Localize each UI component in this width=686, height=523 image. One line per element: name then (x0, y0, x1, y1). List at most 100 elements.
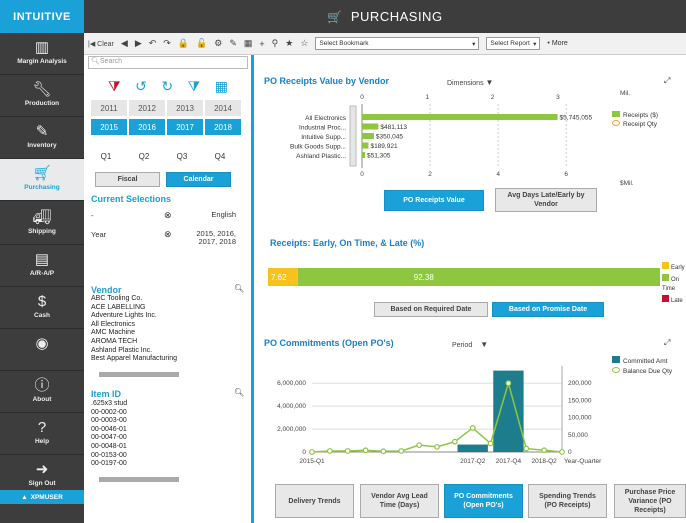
balance-point (416, 442, 423, 449)
year-option-selected[interactable]: 2017 (167, 119, 203, 135)
expand-icon[interactable]: ⤢ (664, 338, 670, 348)
po-receipts-value-button[interactable]: PO Receipts Value (384, 190, 484, 211)
vendor-item[interactable]: Ashland Plastic Inc. (91, 347, 177, 356)
redo-icon[interactable]: ↷ (163, 38, 171, 49)
vendor-item[interactable]: All Electronics (91, 321, 177, 330)
legend-swatch (662, 273, 669, 281)
period-dropdown[interactable]: Period ▼ (452, 340, 488, 349)
clear-button[interactable]: |◀ Clear (88, 40, 114, 48)
pin-icon[interactable]: ⚲ (272, 38, 279, 49)
report-select[interactable]: Select Report ▾ (486, 37, 541, 50)
nav-item-production[interactable]: 🔧︎ Production (0, 75, 84, 117)
item-scrollbar[interactable] (99, 477, 179, 482)
quarter-option[interactable]: Q2 (126, 149, 162, 163)
vendor-item[interactable]: AROMA TECH (91, 338, 177, 347)
item-id-item[interactable]: 00-0153-00 (91, 452, 127, 461)
calendar-icon[interactable]: ▦ (215, 78, 228, 95)
promise-date-button[interactable]: Based on Promise Date (492, 302, 604, 317)
early-late-legend: Early On Time Late (662, 262, 686, 306)
legend-swatch (662, 262, 669, 269)
search-icon[interactable]: 🔍︎ (234, 388, 244, 397)
nav-item-circle[interactable]: ◉ (0, 329, 84, 371)
vendor-scrollbar[interactable] (99, 372, 179, 377)
year-option[interactable]: 2014 (205, 100, 241, 116)
settings-icon[interactable]: ⚙ (214, 38, 222, 49)
help-icon: ? (37, 419, 47, 436)
item-id-item[interactable]: 00-0046-01 (91, 426, 127, 435)
item-id-item[interactable]: 00-0197-00 (91, 460, 127, 469)
selection-field: - (91, 211, 94, 220)
tab-5[interactable]: Purchase Price Variance (PO Receipts) (614, 484, 686, 518)
balance-point (559, 449, 565, 455)
nav-item-about[interactable]: ⓘ About (0, 371, 84, 413)
edit-icon[interactable]: ✎ (229, 38, 237, 49)
legend-item: On Time (662, 273, 686, 295)
legend-swatch (662, 294, 669, 302)
calendar-toggle[interactable]: Calendar (166, 172, 231, 187)
avg-days-late-button[interactable]: Avg Days Late/Early by Vendor (495, 188, 597, 212)
lock-icon[interactable]: 🔒 (178, 38, 189, 49)
year-option-selected[interactable]: 2015 (91, 119, 127, 135)
search-icon[interactable]: 🔍︎ (234, 284, 244, 293)
more-button[interactable]: • More (547, 40, 567, 47)
legend-label: Late (671, 297, 683, 304)
year-option-selected[interactable]: 2016 (129, 119, 165, 135)
filter-icon[interactable]: ⧩ (188, 78, 201, 95)
balance-point (326, 448, 333, 454)
item-id-item[interactable]: 00-0002-00 (91, 409, 127, 418)
bookmark-icon[interactable]: ☆ (300, 38, 308, 49)
vendor-item[interactable]: Best Apparel Manufacturing (91, 355, 177, 364)
add-icon[interactable]: + (259, 39, 264, 49)
search-input[interactable]: 🔍︎Search (88, 56, 248, 69)
quarter-option[interactable]: Q3 (164, 149, 200, 163)
legend-label: Receipts ($) (623, 112, 659, 119)
nav-item-a-r-a-p[interactable]: ▤ A/R-A/P (0, 245, 84, 287)
unlock-icon[interactable]: 🔓 (196, 38, 207, 49)
table-icon[interactable]: ▦ (244, 38, 253, 49)
vendor-item[interactable]: ABC Tooling Co. (91, 295, 177, 304)
nav-item-purchasing[interactable]: 🛒︎ Purchasing (0, 159, 84, 201)
user-badge[interactable]: ▲ XPMUSER (0, 490, 84, 504)
item-id-item[interactable]: 00-0003-00 (91, 417, 127, 426)
nav-item-inventory[interactable]: ✎ Inventory (0, 117, 84, 159)
nav-item-label: Purchasing (24, 184, 60, 191)
clear-filter-icon[interactable]: ⧩ (108, 78, 121, 95)
tab-2[interactable]: Vendor Avg Lead Time (Days) (360, 484, 439, 518)
bookmark-select[interactable]: Select Bookmark ▾ (315, 37, 480, 50)
fiscal-toggle[interactable]: Fiscal (95, 172, 160, 187)
refresh-icon[interactable]: ↻ (161, 78, 173, 95)
item-id-item[interactable]: 00-0047-00 (91, 434, 127, 443)
remove-selection-icon[interactable]: ⊗ (164, 210, 172, 221)
tab-4[interactable]: Spending Trends (PO Receipts) (528, 484, 607, 518)
reset-icon[interactable]: ↺ (135, 78, 147, 95)
item-id-item[interactable]: .625x3 stud (91, 400, 127, 409)
quarter-option[interactable]: Q1 (88, 149, 124, 163)
vendor-item[interactable]: Adventure Lights Inc. (91, 312, 177, 321)
expand-icon[interactable]: ⤢ (664, 76, 670, 86)
bookmark-add-icon[interactable]: ★ (285, 38, 293, 49)
y-right-tick: 100,000 (568, 415, 592, 422)
nav-item-help[interactable]: ? Help (0, 413, 84, 455)
tab-3[interactable]: PO Commitments (Open PO's) (444, 484, 523, 518)
item-id-item[interactable]: 00-0048-01 (91, 443, 127, 452)
year-option[interactable]: 2012 (129, 100, 165, 116)
nav-item-shipping[interactable]: 🚚︎ Shipping (0, 203, 84, 245)
vendor-item[interactable]: AMC Machine (91, 329, 177, 338)
required-date-button[interactable]: Based on Required Date (374, 302, 488, 317)
undo-icon[interactable]: ↶ (149, 38, 157, 49)
dimensions-dropdown[interactable]: Dimensions ▼ (447, 78, 493, 87)
legend-label: Receipt Qty (623, 121, 657, 128)
back-icon[interactable]: ◀ (121, 38, 128, 49)
quarter-option[interactable]: Q4 (202, 149, 238, 163)
year-option-selected[interactable]: 2018 (205, 119, 241, 135)
vendor-item[interactable]: ACE LABELLING (91, 304, 177, 313)
nav-item-margin-analysis[interactable]: ▥ Margin Analysis (0, 33, 84, 75)
nav-item-cash[interactable]: $ Cash (0, 287, 84, 329)
forward-icon[interactable]: ▶ (135, 38, 142, 49)
year-option[interactable]: 2011 (91, 100, 127, 116)
balance-point (469, 425, 476, 431)
remove-selection-icon[interactable]: ⊗ (164, 229, 172, 240)
year-option[interactable]: 2013 (167, 100, 203, 116)
tab-1[interactable]: Delivery Trends (275, 484, 354, 518)
x-tick: 2017-Q2 (460, 458, 486, 465)
